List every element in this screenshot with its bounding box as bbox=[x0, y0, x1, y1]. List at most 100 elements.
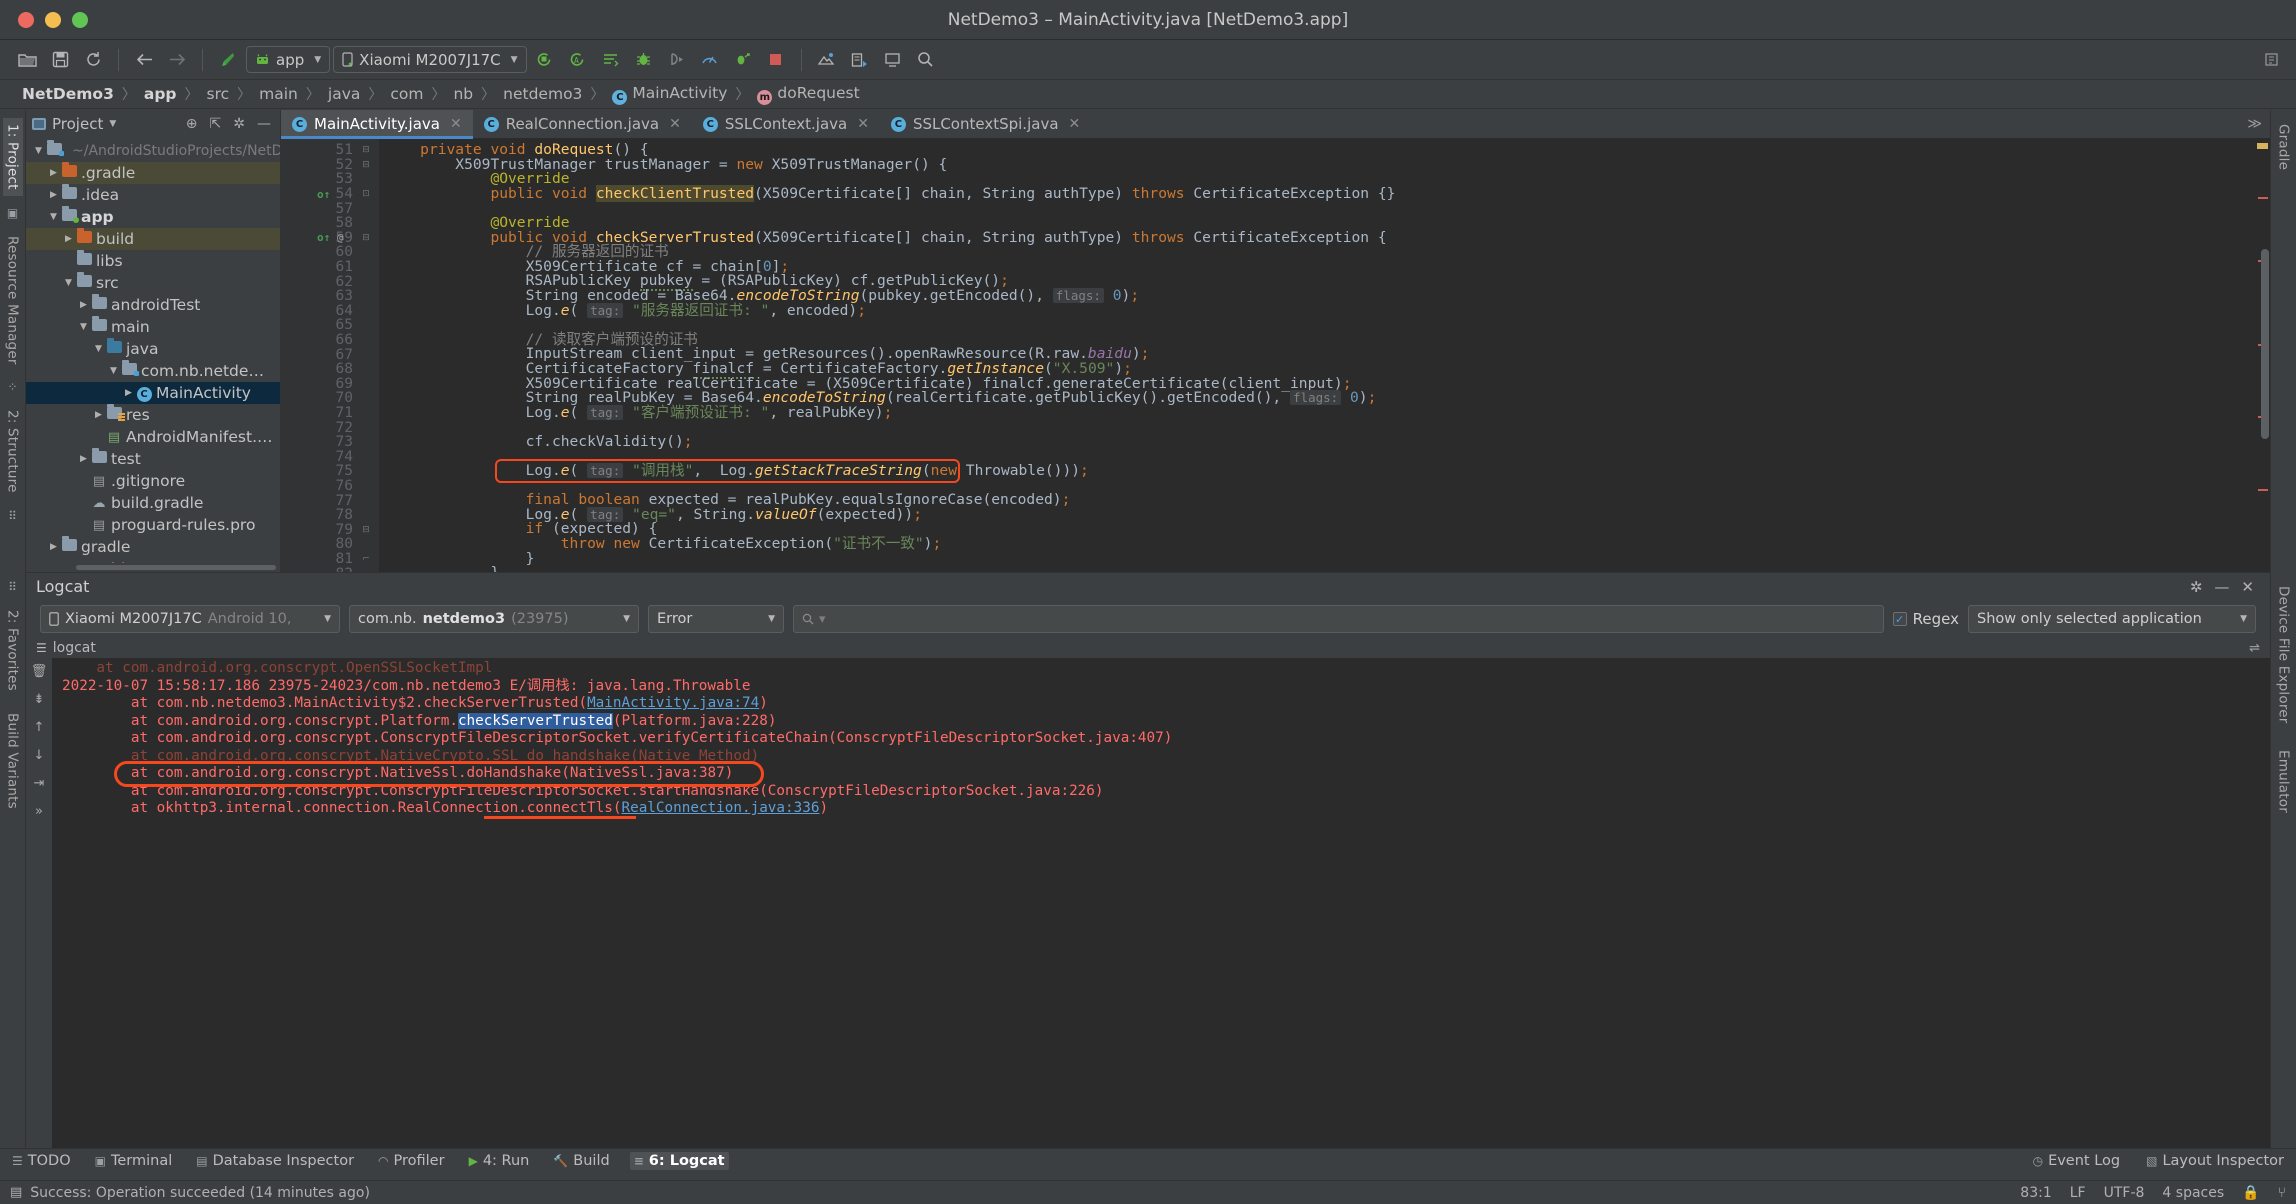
close-icon[interactable]: ✕ bbox=[2235, 578, 2260, 596]
module-selector[interactable]: app ▼ bbox=[246, 46, 331, 73]
save-all-icon[interactable] bbox=[45, 45, 75, 75]
tool-window-button-build[interactable]: 🔨 Build bbox=[549, 1152, 613, 1170]
line-number[interactable]: 62 bbox=[281, 274, 359, 290]
code-area[interactable]: 51 52 53 o↑ 54 57 58 o↑ @59 60 61 62 63 64 65 66 67 68 69 7… bbox=[281, 139, 2270, 572]
fold-marker[interactable] bbox=[359, 391, 379, 406]
logcat-line[interactable]: at com.android.org.conscrypt.ConscryptFi… bbox=[52, 783, 2270, 801]
expand-icon[interactable]: » bbox=[35, 804, 43, 819]
override-marker-icon[interactable]: o↑ bbox=[317, 231, 330, 244]
editor-tab-realconnection-java[interactable]: C RealConnection.java ✕ bbox=[473, 110, 692, 138]
project-tree-hscrollbar[interactable] bbox=[26, 563, 280, 572]
tree-expand-arrow[interactable]: · bbox=[62, 256, 75, 266]
close-icon[interactable]: ✕ bbox=[857, 116, 869, 132]
tree-expand-arrow[interactable]: · bbox=[77, 498, 90, 508]
logcat-line[interactable]: at com.android.org.conscrypt.OpenSSLSock… bbox=[52, 660, 2270, 678]
sidebar-item-build-variants[interactable]: Build Variants bbox=[3, 707, 23, 815]
code-line[interactable]: Log.e( tag: "调用栈", Log.getStackTraceStri… bbox=[379, 463, 2256, 479]
fold-marker[interactable]: ⌐ bbox=[359, 566, 379, 572]
line-number[interactable]: 52 bbox=[281, 157, 359, 173]
line-number[interactable]: 77 bbox=[281, 493, 359, 509]
fold-glyph[interactable]: ⊟ bbox=[359, 145, 373, 155]
tool-window-button-todo[interactable]: ☰ TODO bbox=[8, 1152, 75, 1170]
fold-marker[interactable] bbox=[359, 304, 379, 319]
line-number[interactable]: 82 bbox=[281, 566, 359, 572]
fold-marker[interactable] bbox=[359, 347, 379, 362]
tool-window-button-6-logcat[interactable]: ≡ 6: Logcat bbox=[629, 1151, 729, 1170]
maximize-window-button[interactable] bbox=[72, 11, 88, 28]
fold-marker[interactable]: ⊟ bbox=[359, 231, 379, 246]
back-icon[interactable] bbox=[129, 45, 159, 75]
tree-expand-arrow[interactable]: ▶ bbox=[62, 234, 75, 244]
scrollbar-thumb[interactable] bbox=[76, 565, 276, 570]
tree-item-netdemo3[interactable]: ▼NetDemo3~/AndroidStudioProjects/NetD bbox=[26, 140, 280, 162]
tree-item-com-nb-netdemo3[interactable]: ▼ com.nb.netdemo3 bbox=[26, 360, 280, 382]
minimize-icon[interactable]: — bbox=[254, 116, 274, 132]
close-icon[interactable]: ✕ bbox=[669, 116, 681, 132]
fold-glyph[interactable]: ⊡ bbox=[359, 189, 373, 199]
forward-icon[interactable] bbox=[162, 45, 192, 75]
fold-marker[interactable]: ⊟ bbox=[359, 522, 379, 537]
fold-marker[interactable]: ⌐ bbox=[359, 552, 379, 567]
code-line[interactable]: public void checkClientTrusted(X509Certi… bbox=[379, 184, 2256, 202]
indent-setting[interactable]: 4 spaces bbox=[2162, 1185, 2224, 1201]
wrap-icon[interactable]: ⇥ bbox=[34, 776, 45, 791]
scroll-to-end-icon[interactable]: ⇟ bbox=[34, 692, 45, 707]
tree-item-gradle[interactable]: ▶ gradle bbox=[26, 536, 280, 558]
logcat-line[interactable]: at okhttp3.internal.connection.RealConne… bbox=[52, 800, 2270, 818]
collapse-all-icon[interactable]: ⇱ bbox=[207, 116, 225, 132]
line-number[interactable]: 64 bbox=[281, 303, 359, 319]
code-line[interactable]: Log.e( tag: "服务器返回证书: ", encoded); bbox=[379, 302, 2256, 319]
run-coverage-icon[interactable]: A bbox=[563, 45, 593, 75]
fold-marker[interactable] bbox=[359, 464, 379, 479]
minimize-icon[interactable]: — bbox=[2208, 578, 2235, 596]
fold-marker[interactable] bbox=[359, 493, 379, 508]
code-line[interactable] bbox=[379, 201, 2256, 216]
line-number[interactable]: 63 bbox=[281, 288, 359, 304]
window-controls[interactable] bbox=[0, 11, 88, 28]
line-number[interactable]: 65 bbox=[281, 317, 359, 333]
line-number[interactable]: 71 bbox=[281, 405, 359, 421]
tree-expand-arrow[interactable]: ▼ bbox=[92, 344, 105, 354]
line-separator[interactable]: LF bbox=[2070, 1185, 2086, 1201]
sidebar-item-resource-manager[interactable]: Resource Manager bbox=[3, 230, 23, 371]
fold-marker[interactable]: ⊟ bbox=[359, 158, 379, 173]
sync-project-icon[interactable] bbox=[78, 45, 108, 75]
tree-item-main[interactable]: ▼ main bbox=[26, 316, 280, 338]
fold-marker[interactable] bbox=[359, 508, 379, 523]
code-folding-strip[interactable]: ⊟⊟⊡⊟⊟⌐⌐⊡⌐ bbox=[359, 139, 379, 572]
select-run-config-icon[interactable] bbox=[596, 45, 626, 75]
tree-item-androidtest[interactable]: ▶ androidTest bbox=[26, 294, 280, 316]
fold-glyph[interactable]: ⌐ bbox=[359, 554, 373, 564]
sidebar-item-gradle[interactable]: Gradle bbox=[2274, 118, 2294, 176]
line-number[interactable]: 67 bbox=[281, 347, 359, 363]
code-line[interactable]: } bbox=[379, 551, 2256, 567]
annotation-marker-icon[interactable]: @ bbox=[337, 231, 344, 244]
tree-item-src[interactable]: ▼ src bbox=[26, 272, 280, 294]
logcat-line[interactable]: at com.nb.netdemo3.MainActivity$2.checkS… bbox=[52, 695, 2270, 713]
fold-marker[interactable]: ⊟ bbox=[359, 143, 379, 158]
logcat-process-selector[interactable]: com.nb. netdemo3 (23975) ▼ bbox=[349, 605, 639, 633]
logcat-line[interactable]: at com.android.org.conscrypt.NativeCrypt… bbox=[52, 748, 2270, 766]
line-number[interactable]: 60 bbox=[281, 244, 359, 260]
source-code[interactable]: private void doRequest() { X509TrustMana… bbox=[379, 139, 2256, 572]
tree-item-mainactivity[interactable]: ▶ C MainActivity bbox=[26, 382, 280, 404]
minimize-window-button[interactable] bbox=[45, 11, 61, 28]
tree-item-java[interactable]: ▼ java bbox=[26, 338, 280, 360]
line-number-gutter[interactable]: 51 52 53 o↑ 54 57 58 o↑ @59 60 61 62 63 64 65 66 67 68 69 7… bbox=[281, 139, 359, 572]
tree-expand-arrow[interactable]: ▶ bbox=[92, 410, 105, 420]
line-number[interactable]: 66 bbox=[281, 332, 359, 348]
fold-marker[interactable] bbox=[359, 377, 379, 392]
branch-icon[interactable]: ⑂ bbox=[2278, 1185, 2286, 1201]
fold-marker[interactable] bbox=[359, 479, 379, 494]
line-number[interactable]: 75 bbox=[281, 463, 359, 479]
logcat-regex-checkbox[interactable]: ✓ Regex bbox=[1892, 610, 1959, 628]
line-number[interactable]: 68 bbox=[281, 361, 359, 377]
breadcrumb-item-dorequest[interactable]: m doRequest bbox=[757, 84, 860, 105]
tree-item-libs[interactable]: · libs bbox=[26, 250, 280, 272]
logcat-source-link[interactable]: RealConnection.java:336 bbox=[621, 800, 819, 816]
tool-window-button-event-log[interactable]: ◷ Event Log bbox=[2029, 1152, 2125, 1170]
tree-expand-arrow[interactable]: ▼ bbox=[47, 212, 60, 222]
logcat-source-link[interactable]: MainActivity.java:74 bbox=[587, 695, 759, 711]
device-manager-icon[interactable] bbox=[878, 45, 908, 75]
crosshair-icon[interactable]: ⊕ bbox=[183, 116, 201, 132]
